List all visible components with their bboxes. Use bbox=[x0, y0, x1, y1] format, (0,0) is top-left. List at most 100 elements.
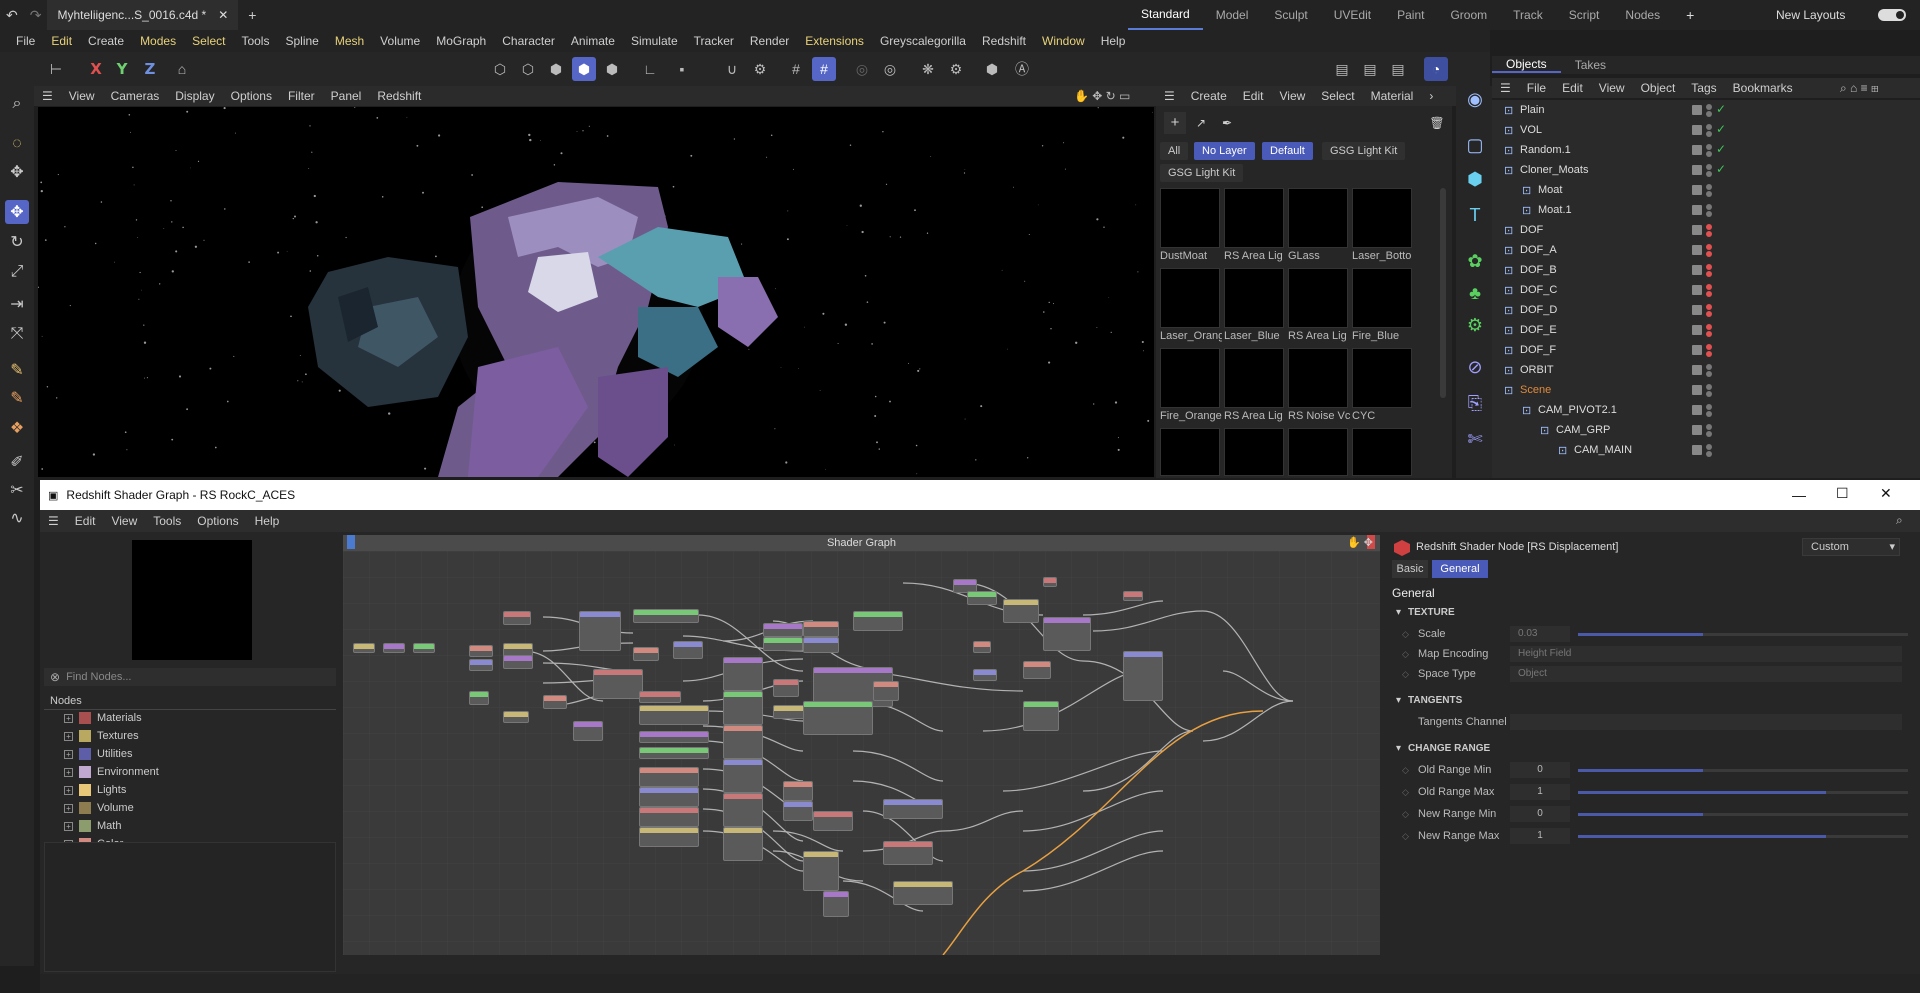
shader-node[interactable] bbox=[1023, 701, 1059, 731]
menu-help[interactable]: Help bbox=[1093, 34, 1134, 48]
shader-node[interactable] bbox=[763, 623, 803, 637]
visibility-render-icon[interactable] bbox=[1706, 371, 1712, 377]
hexagon-icon[interactable]: ⬢ bbox=[980, 57, 1004, 81]
shader-node[interactable] bbox=[883, 841, 933, 865]
shader-node[interactable] bbox=[633, 609, 699, 623]
menu-render[interactable]: Render bbox=[742, 34, 797, 48]
old-range-max-slider[interactable] bbox=[1578, 791, 1908, 794]
coord-system-icon[interactable]: ⊢ bbox=[44, 57, 68, 81]
shader-node[interactable] bbox=[723, 725, 763, 759]
viewport-nav-icons[interactable]: ✋ ✥ ↻ ▭ bbox=[1074, 89, 1130, 103]
transfer-tool-icon[interactable]: ⇥ bbox=[5, 292, 29, 316]
find-nodes-field[interactable]: ⊗ Find Nodes... bbox=[44, 668, 336, 686]
shader-node[interactable] bbox=[973, 641, 991, 653]
shader-node[interactable] bbox=[803, 851, 839, 891]
layer-color-icon[interactable] bbox=[1692, 245, 1702, 255]
layer-color-icon[interactable] bbox=[1692, 105, 1702, 115]
enabled-check-icon[interactable]: ✓ bbox=[1716, 122, 1726, 136]
object-hamburger-icon[interactable]: ☰ bbox=[1492, 81, 1519, 95]
paint-brush-icon[interactable]: ✐ bbox=[5, 450, 29, 474]
layer-color-icon[interactable] bbox=[1692, 425, 1702, 435]
object-row[interactable]: ⊡ DOF_D bbox=[1492, 300, 1920, 320]
shader-node[interactable] bbox=[803, 621, 839, 637]
material-swatch[interactable]: Fire_Blue bbox=[1352, 268, 1412, 342]
visibility-render-icon[interactable] bbox=[1706, 211, 1712, 217]
visibility-editor-icon[interactable] bbox=[1706, 364, 1712, 370]
menu-character[interactable]: Character bbox=[494, 34, 563, 48]
scale-field[interactable]: 0.03 bbox=[1510, 626, 1570, 642]
menu-simulate[interactable]: Simulate bbox=[623, 34, 686, 48]
object-menu-edit[interactable]: Edit bbox=[1554, 81, 1591, 95]
search-icon[interactable]: ⌕ bbox=[5, 92, 29, 116]
space-type-dropdown[interactable]: Object bbox=[1510, 666, 1902, 682]
trash-icon[interactable]: 🗑 bbox=[1426, 112, 1448, 134]
menu-edit[interactable]: Edit bbox=[43, 34, 80, 48]
visibility-render-icon[interactable] bbox=[1706, 391, 1712, 397]
object-row[interactable]: ⊡ DOF_C bbox=[1492, 280, 1920, 300]
render-clapper-icon[interactable]: ▤ bbox=[1330, 57, 1354, 81]
visibility-editor-icon[interactable] bbox=[1706, 164, 1712, 170]
shader-node[interactable] bbox=[639, 731, 709, 743]
menu-mesh[interactable]: Mesh bbox=[327, 34, 372, 48]
expand-icon[interactable]: + bbox=[64, 713, 73, 723]
layer-color-icon[interactable] bbox=[1692, 445, 1702, 455]
enabled-check-icon[interactable]: ✓ bbox=[1716, 102, 1726, 116]
visibility-render-icon[interactable] bbox=[1706, 171, 1712, 177]
preset-dropdown[interactable]: Custom ▾ bbox=[1802, 538, 1900, 556]
layer-color-icon[interactable] bbox=[1692, 385, 1702, 395]
shader-node[interactable] bbox=[783, 781, 813, 801]
texture-mode-icon[interactable]: ▪ bbox=[670, 57, 694, 81]
tab-basic[interactable]: Basic bbox=[1392, 560, 1428, 578]
layer-color-icon[interactable] bbox=[1692, 345, 1702, 355]
cube-icon[interactable]: ⬢ bbox=[1462, 166, 1488, 192]
visibility-editor-icon[interactable] bbox=[1706, 104, 1712, 110]
layer-color-icon[interactable] bbox=[1692, 265, 1702, 275]
filter-no-layer[interactable]: No Layer bbox=[1194, 142, 1255, 160]
filter-gsg-light-kit-2[interactable]: GSG Light Kit bbox=[1160, 164, 1244, 182]
layer-color-icon[interactable] bbox=[1692, 405, 1702, 415]
viewport-menu-options[interactable]: Options bbox=[223, 89, 280, 103]
visibility-editor-icon[interactable] bbox=[1706, 344, 1712, 350]
object-row[interactable]: ⊡ Moat bbox=[1492, 180, 1920, 200]
layout-tab-model[interactable]: Model bbox=[1203, 0, 1262, 30]
visibility-editor-icon[interactable] bbox=[1706, 204, 1712, 210]
new-range-max-slider[interactable] bbox=[1578, 835, 1908, 838]
object-row[interactable]: ⊡ DOF_F bbox=[1492, 340, 1920, 360]
keyframe-icon[interactable]: ◇ bbox=[1402, 787, 1409, 798]
object-row[interactable]: ⊡ Random.1 ✓ bbox=[1492, 140, 1920, 160]
shader-node[interactable] bbox=[413, 643, 435, 653]
object-menu-tags[interactable]: Tags bbox=[1683, 81, 1724, 95]
layout-tab-uvedit[interactable]: UVEdit bbox=[1321, 0, 1384, 30]
layout-tab-groom[interactable]: Groom bbox=[1437, 0, 1500, 30]
shader-node[interactable] bbox=[543, 695, 567, 709]
material-swatch[interactable]: GLass bbox=[1288, 188, 1348, 262]
sg-menu-view[interactable]: View bbox=[103, 514, 145, 528]
points-mode-icon[interactable]: ⬡ bbox=[488, 57, 512, 81]
layer-color-icon[interactable] bbox=[1692, 145, 1702, 155]
sg-menu-help[interactable]: Help bbox=[247, 514, 288, 528]
uv-mode-icon[interactable]: ⬢ bbox=[600, 57, 624, 81]
expand-icon[interactable]: + bbox=[64, 731, 73, 741]
eyedropper-icon[interactable]: ✒ bbox=[1216, 112, 1238, 134]
axis-z-toggle[interactable]: Z bbox=[140, 57, 160, 81]
close-window-icon[interactable]: ✕ bbox=[1880, 485, 1892, 502]
shader-node[interactable] bbox=[723, 657, 763, 691]
mograph-icon[interactable]: ♣ bbox=[1462, 280, 1488, 306]
shader-node[interactable] bbox=[639, 787, 699, 807]
snap-magnet-icon[interactable]: ∪ bbox=[720, 57, 744, 81]
add-layout-icon[interactable]: + bbox=[1673, 0, 1707, 30]
object-row[interactable]: ⊡ DOF_E bbox=[1492, 320, 1920, 340]
visibility-editor-icon[interactable] bbox=[1706, 444, 1712, 450]
maximize-icon[interactable]: ☐ bbox=[1836, 485, 1849, 502]
a-icon[interactable]: Ⓐ bbox=[1010, 57, 1034, 81]
arrange-tool-icon[interactable]: ⤧ bbox=[5, 322, 29, 346]
enabled-check-icon[interactable]: ✓ bbox=[1716, 142, 1726, 156]
object-row[interactable]: ⊡ Plain ✓ bbox=[1492, 100, 1920, 120]
shader-node[interactable] bbox=[1003, 599, 1039, 623]
object-row[interactable]: ⊡ Cloner_Moats ✓ bbox=[1492, 160, 1920, 180]
visibility-render-icon[interactable] bbox=[1706, 251, 1712, 257]
sg-hamburger-icon[interactable]: ☰ bbox=[40, 514, 67, 528]
object-row[interactable]: ⊡ VOL ✓ bbox=[1492, 120, 1920, 140]
add-material-icon[interactable]: + bbox=[1164, 112, 1186, 134]
new-layouts-label[interactable]: New Layouts bbox=[1776, 8, 1845, 22]
